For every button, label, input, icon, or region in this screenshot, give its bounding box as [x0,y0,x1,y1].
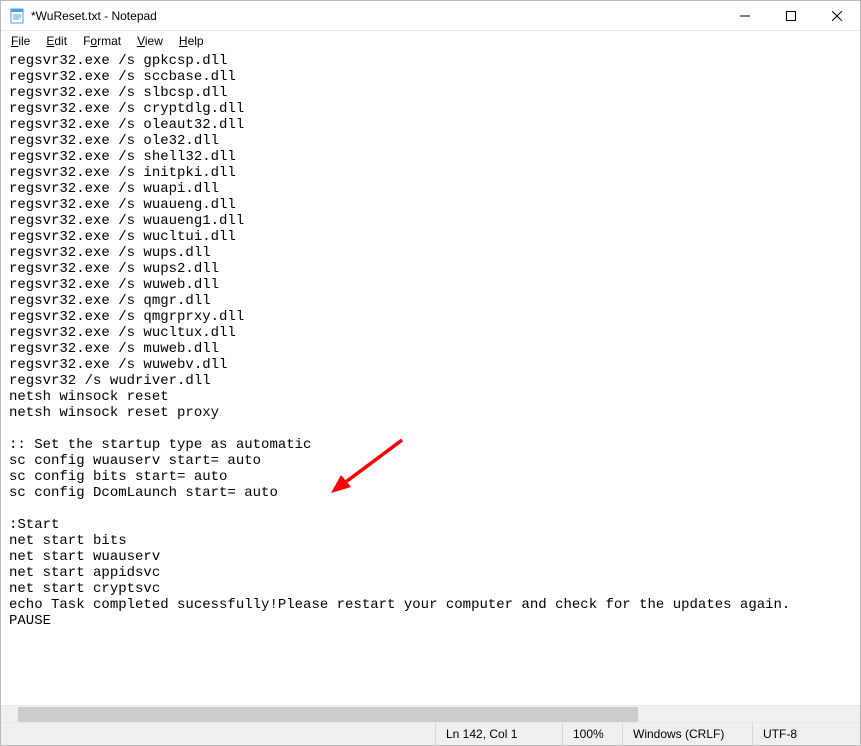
statusbar: Ln 142, Col 1 100% Windows (CRLF) UTF-8 [1,722,860,745]
horizontal-scrollbar[interactable] [1,705,860,722]
menubar: File Edit Format View Help [1,31,860,51]
status-line-ending: Windows (CRLF) [622,723,752,745]
menu-file[interactable]: File [5,33,36,49]
status-position: Ln 142, Col 1 [435,723,562,745]
scrollbar-thumb[interactable] [18,707,638,722]
menu-edit[interactable]: Edit [40,33,73,49]
titlebar: *WuReset.txt - Notepad [1,1,860,31]
close-button[interactable] [814,1,860,31]
menu-format[interactable]: Format [77,33,127,49]
status-zoom: 100% [562,723,622,745]
editor-container: regsvr32.exe /s gpkcsp.dll regsvr32.exe … [1,51,860,705]
text-editor[interactable]: regsvr32.exe /s gpkcsp.dll regsvr32.exe … [1,51,860,705]
notepad-icon [9,8,25,24]
window-title: *WuReset.txt - Notepad [31,9,157,23]
minimize-button[interactable] [722,1,768,31]
menu-view[interactable]: View [131,33,169,49]
menu-help[interactable]: Help [173,33,210,49]
status-spacer [1,723,435,745]
status-encoding: UTF-8 [752,723,860,745]
maximize-button[interactable] [768,1,814,31]
